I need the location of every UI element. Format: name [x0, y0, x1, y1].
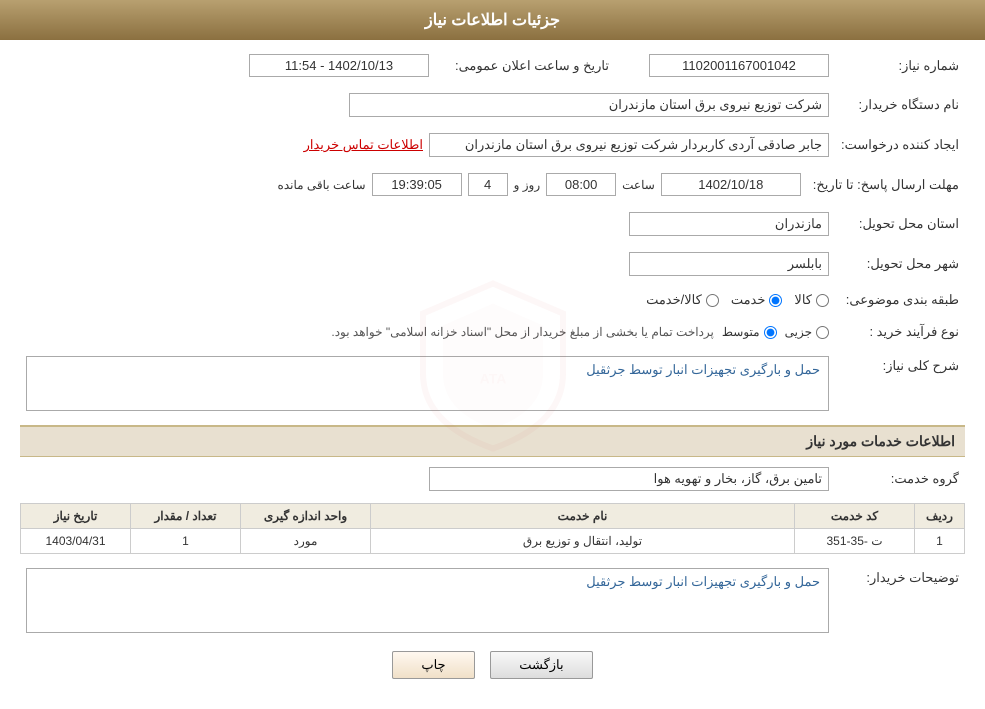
col-header-date: تاریخ نیاز [21, 504, 131, 529]
general-desc-value: حمل و بارگیری تجهیزات انبار توسط جرثقیل [26, 356, 829, 411]
table-cell: مورد [241, 529, 371, 554]
category-label: طبقه بندی موضوعی: [835, 288, 965, 312]
response-time-value: 08:00 [546, 173, 616, 196]
contact-link[interactable]: اطلاعات تماس خریدار [304, 137, 423, 153]
main-content: ATA شماره نیاز: 1102001167001042 تاریخ و… [0, 40, 985, 689]
radio-kala[interactable] [816, 294, 829, 307]
service-group-label: گروه خدمت: [835, 463, 965, 495]
radio-khedmat[interactable] [769, 294, 782, 307]
delivery-province-label: استان محل تحویل: [835, 208, 965, 240]
response-days-label: روز و [514, 178, 541, 192]
category-kala[interactable]: کالا [794, 292, 829, 308]
buyer-desc-label: توضیحات خریدار: [835, 564, 965, 637]
announce-datetime-value: 1402/10/13 - 11:54 [249, 54, 429, 77]
requester-value: جابر صادقی آردی کاربردار شرکت توزیع نیرو… [429, 133, 829, 157]
page-header: جزئیات اطلاعات نیاز [0, 0, 985, 40]
announce-datetime-label: تاریخ و ساعت اعلان عمومی: [435, 50, 615, 81]
label-kala-khedmat: کالا/خدمت [646, 292, 702, 308]
label-kala: کالا [794, 292, 812, 308]
category-khedmat[interactable]: خدمت [731, 292, 783, 308]
info-table-service-group: گروه خدمت: تامین برق، گاز، بخار و تهویه … [20, 463, 965, 495]
purchase-type-label: نوع فرآیند خرید : [835, 320, 965, 344]
info-table-buyer-desc: توضیحات خریدار: حمل و بارگیری تجهیزات ان… [20, 564, 965, 637]
table-cell: 1 [131, 529, 241, 554]
table-cell: ت -35-351 [795, 529, 915, 554]
info-table-row5: استان محل تحویل: مازندران [20, 208, 965, 240]
buyer-org-value: شرکت توزیع نیروی برق استان مازندران [349, 93, 829, 117]
delivery-city-label: شهر محل تحویل: [835, 248, 965, 280]
remaining-time-label: ساعت باقی مانده [278, 178, 366, 192]
col-header-name: نام خدمت [371, 504, 795, 529]
response-days-value: 4 [468, 173, 508, 196]
table-cell: 1403/04/31 [21, 529, 131, 554]
info-table-row8: نوع فرآیند خرید : جزیی متوسط پرداخت تمام… [20, 320, 965, 344]
buyer-desc-value: حمل و بارگیری تجهیزات انبار توسط جرثقیل [26, 568, 829, 633]
purchase-type-note: پرداخت تمام یا بخشی از مبلغ خریدار از مح… [331, 325, 714, 339]
col-header-qty: تعداد / مقدار [131, 504, 241, 529]
page-container: جزئیات اطلاعات نیاز ATA شماره نیاز: 1102… [0, 0, 985, 709]
response-time-label: ساعت [622, 178, 655, 192]
buyer-org-label: نام دستگاه خریدار: [835, 89, 965, 121]
response-date-value: 1402/10/18 [661, 173, 801, 196]
category-kala-khedmat[interactable]: کالا/خدمت [646, 292, 719, 308]
response-deadline-label: مهلت ارسال پاسخ: تا تاریخ: [807, 169, 965, 200]
delivery-province-value: مازندران [629, 212, 829, 236]
action-buttons: بازگشت چاپ [20, 651, 965, 679]
table-cell: تولید، انتقال و توزیع برق [371, 529, 795, 554]
services-section-header: اطلاعات خدمات مورد نیاز [20, 425, 965, 457]
radio-motevaset[interactable] [764, 326, 777, 339]
col-header-unit: واحد اندازه گیری [241, 504, 371, 529]
page-title: جزئیات اطلاعات نیاز [425, 12, 560, 29]
info-table-row4: مهلت ارسال پاسخ: تا تاریخ: 1402/10/18 سا… [20, 169, 965, 200]
radio-jozii[interactable] [816, 326, 829, 339]
need-number-value: 1102001167001042 [649, 54, 829, 77]
info-table-row7: طبقه بندی موضوعی: کالا خدمت [20, 288, 965, 312]
print-button[interactable]: چاپ [392, 651, 474, 679]
table-cell: 1 [915, 529, 965, 554]
col-header-code: کد خدمت [795, 504, 915, 529]
label-motevaset: متوسط [722, 325, 760, 339]
info-table-general-desc: شرح کلی نیاز: حمل و بارگیری تجهیزات انبا… [20, 352, 965, 415]
need-number-label: شماره نیاز: [835, 50, 965, 81]
purchase-type-motevaset[interactable]: متوسط [722, 325, 777, 339]
back-button[interactable]: بازگشت [490, 651, 592, 679]
radio-kala-khedmat[interactable] [706, 294, 719, 307]
service-group-value: تامین برق، گاز، بخار و تهویه هوا [429, 467, 829, 491]
info-table-row2: نام دستگاه خریدار: شرکت توزیع نیروی برق … [20, 89, 965, 121]
info-table-row3: ایجاد کننده درخواست: جابر صادقی آردی کار… [20, 129, 965, 161]
purchase-type-jozii[interactable]: جزیی [785, 325, 829, 339]
services-table: ردیف کد خدمت نام خدمت واحد اندازه گیری ت… [20, 503, 965, 554]
requester-label: ایجاد کننده درخواست: [835, 129, 965, 161]
info-table-row6: شهر محل تحویل: بابلسر [20, 248, 965, 280]
label-khedmat: خدمت [731, 292, 766, 308]
info-table-row1: شماره نیاز: 1102001167001042 تاریخ و ساع… [20, 50, 965, 81]
table-row: 1ت -35-351تولید، انتقال و توزیع برقمورد1… [21, 529, 965, 554]
label-jozii: جزیی [785, 325, 812, 339]
col-header-row: ردیف [915, 504, 965, 529]
general-desc-label: شرح کلی نیاز: [835, 352, 965, 415]
delivery-city-value: بابلسر [629, 252, 829, 276]
remaining-time-value: 19:39:05 [372, 173, 462, 196]
